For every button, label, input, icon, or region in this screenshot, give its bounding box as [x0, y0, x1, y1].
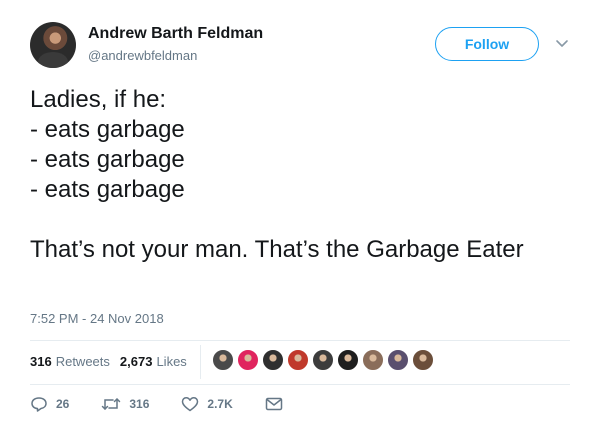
tweet-card: Andrew Barth Feldman @andrewbfeldman Fol… [0, 0, 600, 435]
reply-count: 26 [56, 397, 70, 411]
message-action[interactable] [265, 397, 291, 411]
liker-avatar[interactable] [237, 349, 259, 371]
divider [30, 340, 570, 341]
retweet-action[interactable]: 316 [101, 396, 149, 412]
retweets-label: Retweets [55, 354, 110, 369]
display-name[interactable]: Andrew Barth Feldman [88, 25, 263, 43]
retweet-icon [102, 398, 121, 410]
liker-avatar[interactable] [362, 349, 384, 371]
like-action[interactable]: 2.7K [181, 396, 233, 412]
liker-avatar[interactable] [287, 349, 309, 371]
liker-avatar[interactable] [412, 349, 434, 371]
retweets-count: 316 [30, 354, 52, 369]
reply-icon [31, 397, 47, 412]
tweet-closing: That’s not your man. That’s the Garbage … [30, 236, 524, 263]
tweet-text: Ladies, if he: - eats garbage - eats gar… [30, 85, 575, 265]
heart-icon [182, 397, 199, 412]
stats-divider [200, 345, 201, 379]
liker-avatar[interactable] [337, 349, 359, 371]
follow-button[interactable]: Follow [435, 27, 539, 61]
action-bar: 26 316 2.7K [30, 396, 323, 412]
likes-count: 2,673 [119, 354, 153, 369]
engagement-stats: 316 Retweets 2,673 Likes [30, 354, 197, 369]
chevron-down-icon[interactable] [555, 38, 569, 48]
tweet-line: Ladies, if he: [30, 86, 167, 113]
tweet-timestamp[interactable]: 7:52 PM - 24 Nov 2018 [30, 311, 164, 326]
likes-label: Likes [156, 354, 187, 369]
liker-avatar[interactable] [312, 349, 334, 371]
tweet-line: - eats garbage [30, 146, 185, 173]
liker-avatars [212, 349, 437, 371]
liker-avatar[interactable] [212, 349, 234, 371]
avatar[interactable] [30, 22, 76, 68]
divider [30, 384, 570, 385]
retweets-stat[interactable]: 316 Retweets [30, 354, 110, 369]
liker-avatar[interactable] [387, 349, 409, 371]
tweet-line: - eats garbage [30, 176, 185, 203]
envelope-icon [265, 397, 282, 411]
like-count: 2.7K [207, 397, 233, 411]
reply-action[interactable]: 26 [30, 396, 69, 412]
retweet-count: 316 [129, 397, 150, 411]
user-handle[interactable]: @andrewbfeldman [88, 48, 197, 63]
tweet-line: - eats garbage [30, 116, 185, 143]
liker-avatar[interactable] [262, 349, 284, 371]
likes-stat[interactable]: 2,673 Likes [120, 354, 187, 369]
